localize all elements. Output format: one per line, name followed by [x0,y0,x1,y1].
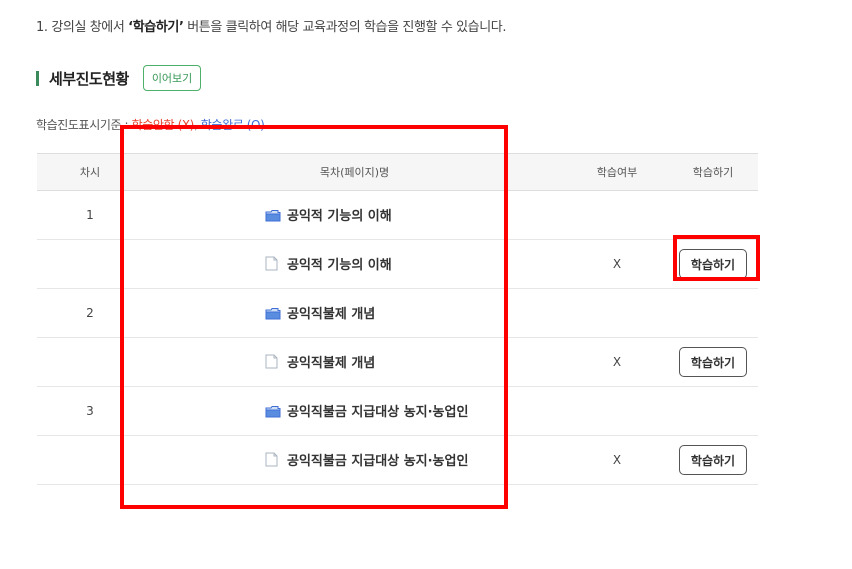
row-no: 2 [37,288,143,338]
row-title-cell: 공익적 기능의 이해 [143,239,566,289]
row-status [566,386,668,436]
table-row: 공익적 기능의 이해 X 학습하기 [37,239,758,289]
folder-icon [265,307,281,324]
header-action: 학습하기 [668,153,758,191]
header-title: 목차(페이지)명 [143,153,566,191]
row-title-cell: 공익적 기능의 이해 [143,190,566,240]
section-title: 세부진도현황 [49,69,129,88]
study-button[interactable]: 학습하기 [679,347,747,377]
legend-separator: , [193,118,201,132]
progress-table: 차시 목차(페이지)명 학습여부 학습하기 1 공익적 기능의 이해 공익적 기능의… [37,153,758,485]
row-no [37,435,143,485]
row-title: 공익직불제 개념 [287,355,376,371]
row-title: 공익적 기능의 이해 [287,257,392,273]
table-row: 2 공익직불제 개념 [37,288,758,338]
table-body: 1 공익적 기능의 이해 공익적 기능의 이해 X 학습하기 2 공익직불제 개념 공익직불제… [37,190,758,485]
header-no: 차시 [37,153,143,191]
table-row: 1 공익적 기능의 이해 [37,190,758,240]
folder-icon [265,405,281,422]
header-status: 학습여부 [566,153,668,191]
row-title-cell: 공익직불금 지급대상 농지·농업인 [143,435,566,485]
section-marker [36,70,39,86]
instruction-prefix: 1. 강의실 창에서 [36,20,129,35]
row-no [37,337,143,387]
table-row: 공익직불금 지급대상 농지·농업인 X 학습하기 [37,435,758,485]
progress-legend: 학습진도표시기준 : 학습안함 (X), 학습완료 (O) [36,116,265,133]
row-action-cell: 학습하기 [668,435,758,485]
row-title: 공익직불제 개념 [287,306,376,322]
row-action-cell [668,288,758,338]
page-icon [265,354,281,373]
row-status: X [566,239,668,289]
table-row: 3 공익직불금 지급대상 농지·농업인 [37,386,758,436]
section-header: 세부진도현황 이어보기 [36,64,202,92]
row-title-cell: 공익직불금 지급대상 농지·농업인 [143,386,566,436]
instruction-suffix: 버튼을 클릭하여 해당 교육과정의 학습을 진행할 수 있습니다. [183,20,507,35]
row-no: 1 [37,190,143,240]
page-icon [265,256,281,275]
row-no: 3 [37,386,143,436]
row-action-cell [668,386,758,436]
legend-label: 학습진도표시기준 : [36,118,132,132]
row-title: 공익직불금 지급대상 농지·농업인 [287,453,469,469]
row-title: 공익적 기능의 이해 [287,208,392,224]
row-action-cell [668,190,758,240]
instruction-text: 1. 강의실 창에서 ‘학습하기’ 버튼을 클릭하여 해당 교육과정의 학습을 … [36,16,506,35]
folder-icon [265,209,281,226]
study-button[interactable]: 학습하기 [679,445,747,475]
row-action-cell: 학습하기 [668,337,758,387]
table-header-row: 차시 목차(페이지)명 학습여부 학습하기 [37,153,758,191]
legend-incomplete: 학습안함 (X) [131,118,195,132]
row-status [566,190,668,240]
row-action-cell: 학습하기 [668,239,758,289]
row-title-cell: 공익직불제 개념 [143,288,566,338]
page-icon [265,452,281,471]
row-status: X [566,337,668,387]
legend-complete: 학습완료 (O) [200,118,265,132]
row-title-cell: 공익직불제 개념 [143,337,566,387]
row-status [566,288,668,338]
instruction-emphasis: ‘학습하기’ [128,20,184,35]
study-button[interactable]: 학습하기 [679,249,747,279]
row-title: 공익직불금 지급대상 농지·농업인 [287,404,469,420]
row-no [37,239,143,289]
resume-button[interactable]: 이어보기 [142,65,202,91]
table-row: 공익직불제 개념 X 학습하기 [37,337,758,387]
row-status: X [566,435,668,485]
